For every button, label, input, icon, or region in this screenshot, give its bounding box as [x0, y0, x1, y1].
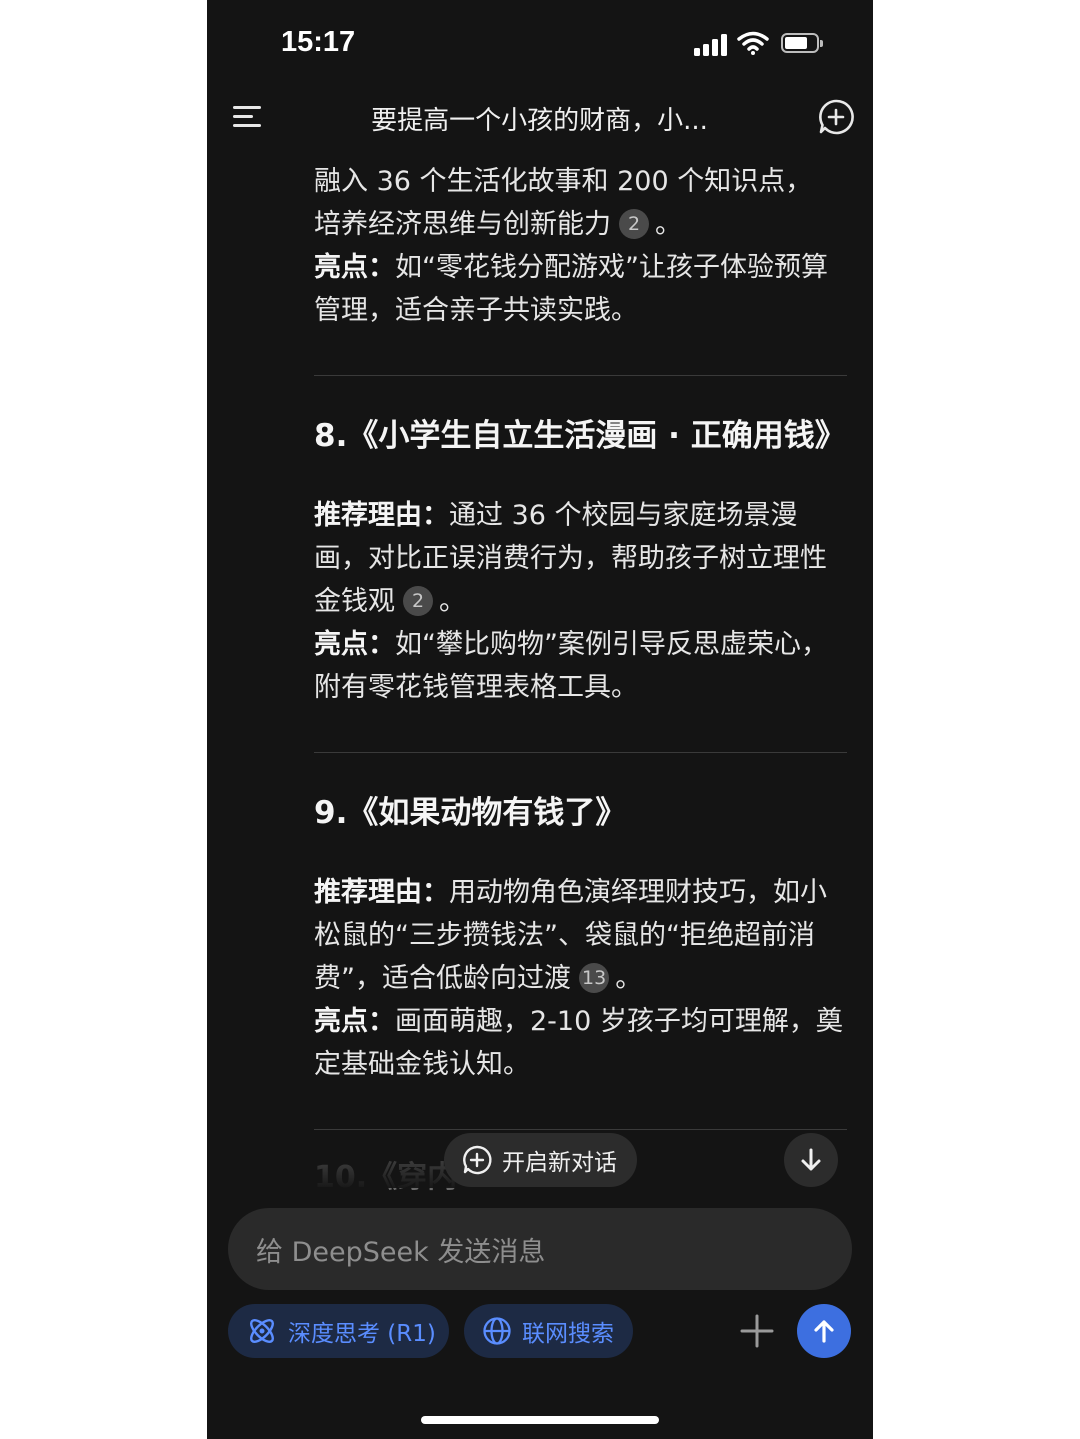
book8-title: 8.《小学生自立生活漫画 · 正确用钱》: [314, 418, 846, 454]
section-divider: [314, 1129, 847, 1130]
book8-reason: 推荐理由：通过 36 个校园与家庭场景漫画，对比正误消费行为，帮助孩子树立理性金…: [314, 494, 847, 709]
status-bar: 15:17: [207, 0, 873, 90]
message-placeholder: 给 DeepSeek 发送消息: [256, 1236, 546, 1268]
menu-icon[interactable]: [233, 106, 263, 128]
reason-label: 推荐理由：: [314, 500, 449, 531]
phone-screen: 15:17 要提高一个小孩的财商，小... 融入 36 个生活化故事和 200 …: [207, 0, 873, 1439]
citation-badge[interactable]: 2: [403, 586, 433, 616]
cellular-signal-icon: [694, 34, 728, 56]
battery-icon: [781, 33, 823, 53]
arrow-down-icon: [801, 1148, 821, 1171]
message-input[interactable]: 给 DeepSeek 发送消息: [228, 1208, 852, 1290]
reason-label: 推荐理由：: [314, 877, 449, 908]
status-time: 15:17: [281, 26, 356, 58]
highlight-label: 亮点：: [314, 1006, 395, 1037]
deep-think-toggle[interactable]: 深度思考 (R1): [228, 1304, 449, 1358]
section-divider: [314, 375, 847, 376]
reason-end: 。: [439, 586, 466, 617]
intro-line1: 融入 36 个生活化故事和 200 个知识点，: [314, 166, 813, 197]
globe-icon: [483, 1317, 511, 1345]
atom-icon: [250, 1319, 274, 1343]
scroll-to-bottom-button[interactable]: [784, 1133, 838, 1187]
highlight-label: 亮点：: [314, 252, 395, 283]
wifi-icon: [737, 31, 769, 55]
new-chat-icon[interactable]: [817, 98, 855, 136]
chat-title[interactable]: 要提高一个小孩的财商，小...: [327, 100, 752, 137]
home-indicator: [421, 1416, 659, 1424]
message-content: 融入 36 个生活化故事和 200 个知识点， 培养经济思维与创新能力 2。 亮点…: [314, 150, 847, 1185]
new-chat-icon: [463, 1145, 492, 1175]
web-search-toggle[interactable]: 联网搜索: [464, 1304, 633, 1358]
deep-think-label: 深度思考 (R1): [288, 1321, 436, 1347]
web-search-label: 联网搜索: [522, 1321, 614, 1347]
citation-badge[interactable]: 2: [619, 209, 649, 239]
book9-reason: 推荐理由：用动物角色演绎理财技巧，如小松鼠的“三步攒钱法”、袋鼠的“拒绝超前消费…: [314, 871, 847, 1086]
intro-end: 。: [655, 209, 682, 240]
new-chat-label: 开启新对话: [502, 1150, 617, 1176]
new-chat-button[interactable]: 开启新对话: [444, 1133, 637, 1187]
intro-paragraph: 融入 36 个生活化故事和 200 个知识点， 培养经济思维与创新能力 2。 亮点…: [314, 160, 847, 332]
intro-line2: 培养经济思维与创新能力: [314, 209, 611, 240]
section-divider: [314, 752, 847, 753]
citation-badge[interactable]: 13: [579, 963, 610, 993]
highlight-label: 亮点：: [314, 629, 395, 660]
reason-end: 。: [615, 963, 643, 994]
book9-title: 9.《如果动物有钱了》: [314, 795, 627, 831]
plus-icon[interactable]: [739, 1313, 775, 1349]
arrow-up-icon: [814, 1320, 834, 1343]
send-button[interactable]: [797, 1304, 851, 1358]
top-nav: 要提高一个小孩的财商，小...: [207, 90, 873, 148]
